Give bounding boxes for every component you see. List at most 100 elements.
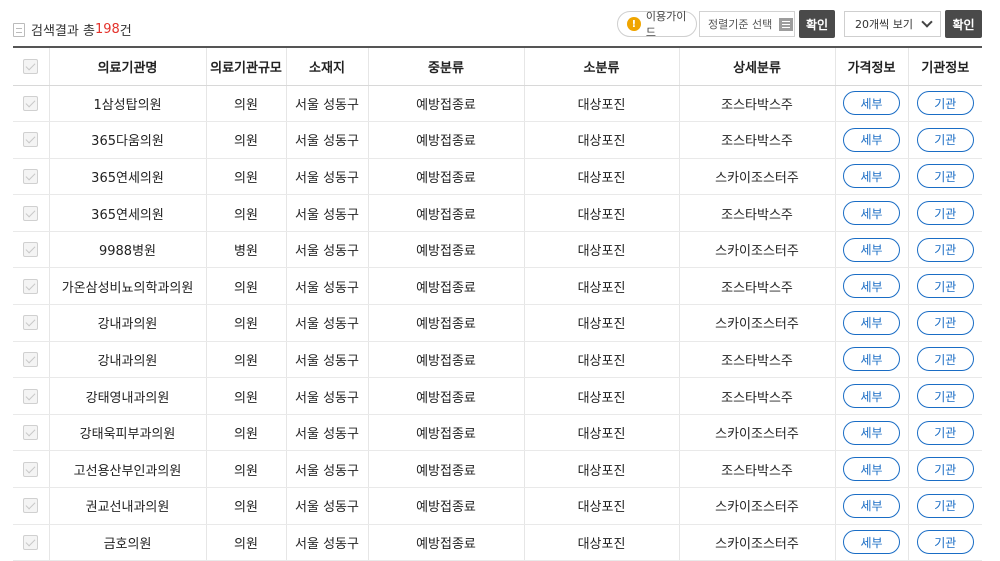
price-detail-button[interactable]: 세부: [843, 274, 900, 299]
row-select-cell[interactable]: [13, 121, 49, 159]
institution-info-cell: 기관: [907, 267, 982, 306]
row-checkbox[interactable]: [23, 242, 39, 258]
institution-info-button[interactable]: 기관: [916, 457, 974, 482]
location-cell: 서울 성동구: [285, 85, 368, 123]
price-detail-button[interactable]: 세부: [843, 164, 900, 189]
detail-category-cell: 스카이조스터주: [678, 158, 835, 196]
price-detail-button[interactable]: 세부: [843, 237, 900, 262]
institution-name-cell: 강내과의원: [48, 304, 206, 342]
row-select-cell[interactable]: [13, 377, 49, 415]
page-size-confirm-button[interactable]: 확인: [945, 10, 982, 38]
institution-info-button[interactable]: 기관: [916, 420, 974, 445]
sub-category-cell: 대상포진: [523, 377, 679, 415]
institution-info-button[interactable]: 기관: [916, 310, 974, 335]
result-suffix: 건: [119, 24, 132, 39]
price-detail-button[interactable]: 세부: [843, 420, 900, 445]
page-size-select[interactable]: 20개씩 보기: [844, 11, 941, 37]
row-select-cell[interactable]: [13, 524, 49, 561]
sub-category-cell: 대상포진: [523, 267, 679, 306]
detail-category-cell: 스카이조스터주: [678, 414, 835, 452]
table-row: 강태욱피부과의원 의원 서울 성동구 예방접종료 대상포진 스카이조스터주 세부 기관: [13, 414, 982, 452]
institution-size-cell: 의원: [205, 121, 286, 159]
row-select-cell[interactable]: [13, 414, 49, 452]
institution-info-button[interactable]: 기관: [916, 274, 974, 299]
institution-info-button[interactable]: 기관: [916, 201, 974, 226]
mid-category-cell: 예방접종료: [367, 267, 524, 306]
row-checkbox[interactable]: [23, 351, 39, 367]
detail-category-cell: 조스타박스주: [678, 450, 835, 489]
sort-criteria-select[interactable]: 정렬기준 선택: [699, 11, 795, 37]
institution-info-button[interactable]: 기관: [916, 530, 974, 555]
header-sub-category: 소분류: [523, 46, 679, 86]
table-row: 강내과의원 의원 서울 성동구 예방접종료 대상포진 조스타박스주 세부 기관: [13, 341, 982, 379]
detail-category-cell: 조스타박스주: [678, 341, 835, 379]
price-detail-button[interactable]: 세부: [843, 530, 900, 555]
row-select-cell[interactable]: [13, 304, 49, 342]
institution-info-button[interactable]: 기관: [916, 127, 974, 152]
row-checkbox[interactable]: [23, 315, 39, 331]
price-detail-button[interactable]: 세부: [843, 91, 900, 116]
institution-info-cell: 기관: [907, 487, 982, 525]
institution-name-cell: 가온삼성비뇨의학과의원: [48, 267, 206, 306]
institution-info-button[interactable]: 기관: [916, 493, 974, 518]
mid-category-cell: 예방접종료: [367, 304, 524, 342]
row-select-cell[interactable]: [13, 194, 49, 232]
institution-name-cell: 365다움의원: [48, 121, 206, 159]
sort-confirm-button[interactable]: 확인: [799, 10, 835, 38]
institution-name-cell: 365연세의원: [48, 158, 206, 196]
row-select-cell[interactable]: [13, 487, 49, 525]
row-select-cell[interactable]: [13, 267, 49, 306]
price-detail-button[interactable]: 세부: [843, 201, 900, 226]
sub-category-cell: 대상포진: [523, 341, 679, 379]
row-checkbox[interactable]: [23, 498, 39, 514]
row-select-cell[interactable]: [13, 85, 49, 123]
row-checkbox[interactable]: [23, 425, 39, 441]
row-checkbox[interactable]: [23, 534, 39, 550]
chevron-down-icon: [921, 16, 933, 28]
location-cell: 서울 성동구: [285, 231, 368, 269]
row-checkbox[interactable]: [23, 132, 39, 148]
usage-guide-label: 이용가이드: [645, 10, 687, 39]
select-all-checkbox[interactable]: [23, 58, 39, 74]
price-info-cell: 세부: [834, 121, 908, 159]
price-detail-button[interactable]: 세부: [843, 457, 900, 482]
usage-guide-button[interactable]: ! 이용가이드: [617, 10, 697, 39]
institution-info-button[interactable]: 기관: [916, 164, 974, 189]
price-detail-button[interactable]: 세부: [843, 384, 900, 409]
price-detail-button[interactable]: 세부: [843, 347, 900, 372]
price-info-cell: 세부: [834, 194, 908, 232]
sub-category-cell: 대상포진: [523, 414, 679, 452]
row-checkbox[interactable]: [23, 95, 39, 111]
row-checkbox[interactable]: [23, 168, 39, 184]
row-select-cell[interactable]: [13, 231, 49, 269]
row-select-cell[interactable]: [13, 450, 49, 489]
header-institution-name: 의료기관명: [48, 46, 206, 86]
price-detail-button[interactable]: 세부: [843, 127, 900, 152]
institution-info-button[interactable]: 기관: [916, 384, 974, 409]
institution-size-cell: 의원: [205, 194, 286, 232]
price-info-cell: 세부: [834, 231, 908, 269]
row-select-cell[interactable]: [13, 341, 49, 379]
detail-category-cell: 스카이조스터주: [678, 487, 835, 525]
institution-info-button[interactable]: 기관: [916, 237, 974, 262]
row-checkbox[interactable]: [23, 388, 39, 404]
header-select-all[interactable]: [13, 46, 49, 86]
header-institution-size: 의료기관규모: [205, 46, 286, 86]
price-detail-button[interactable]: 세부: [843, 493, 900, 518]
table-row: 권교선내과의원 의원 서울 성동구 예방접종료 대상포진 스카이조스터주 세부 기관: [13, 487, 982, 525]
mid-category-cell: 예방접종료: [367, 121, 524, 159]
sub-category-cell: 대상포진: [523, 487, 679, 525]
header-price-info: 가격정보: [834, 46, 908, 86]
detail-category-cell: 스카이조스터주: [678, 524, 835, 561]
price-detail-button[interactable]: 세부: [843, 310, 900, 335]
row-checkbox[interactable]: [23, 461, 39, 477]
institution-size-cell: 의원: [205, 341, 286, 379]
institution-info-cell: 기관: [907, 85, 982, 123]
institution-info-button[interactable]: 기관: [916, 91, 974, 116]
row-select-cell[interactable]: [13, 158, 49, 196]
row-checkbox[interactable]: [23, 278, 39, 294]
header-location: 소재지: [285, 46, 368, 86]
institution-info-cell: 기관: [907, 121, 982, 159]
institution-info-button[interactable]: 기관: [916, 347, 974, 372]
row-checkbox[interactable]: [23, 205, 39, 221]
